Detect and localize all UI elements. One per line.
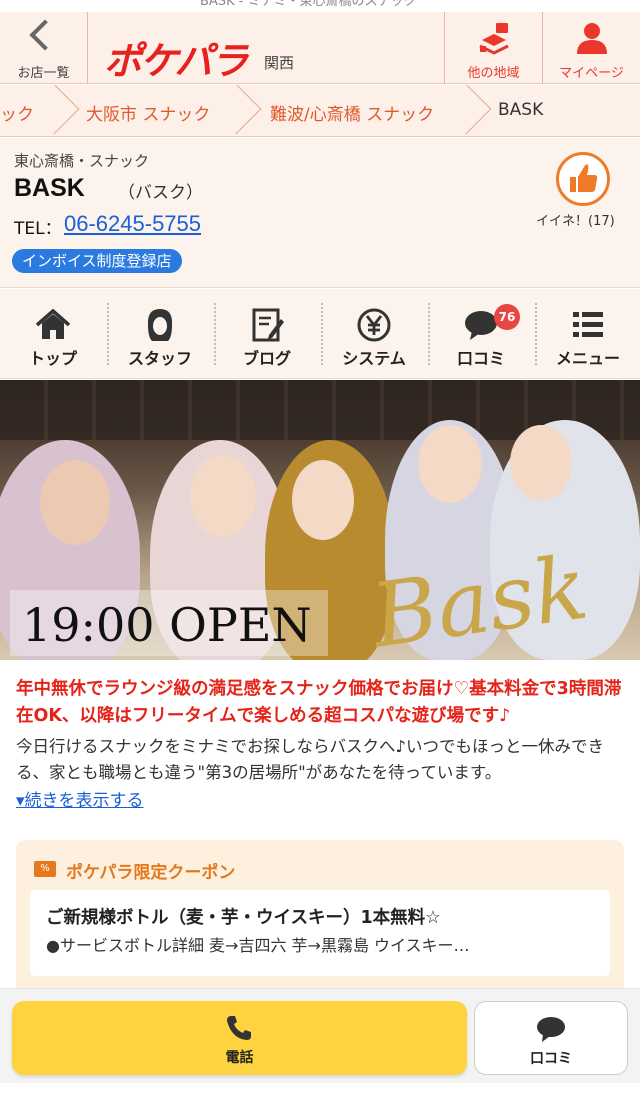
blog-icon — [252, 308, 284, 342]
like-count: イイネ！(17) — [536, 214, 615, 229]
thumbs-up-icon — [570, 164, 598, 192]
invoice-badge: インボイス制度登録店 — [12, 249, 182, 273]
site-logo[interactable]: ポケパラ — [104, 30, 248, 85]
top-title-text: BASK - ミナミ・東心斎橋のスナック — [200, 0, 417, 9]
nav-top[interactable]: トップ — [0, 289, 106, 379]
staff-photo-face — [40, 460, 110, 545]
shop-name: BASK — [14, 174, 85, 202]
shop-nav: トップ スタッフ ブログ システム 76 口コミ メニュー — [0, 289, 640, 379]
show-more-link[interactable]: ▾続きを表示する — [16, 786, 144, 811]
mypage-button[interactable]: マイページ — [542, 12, 640, 84]
yen-icon — [357, 308, 391, 342]
breadcrumb-separator — [28, 85, 80, 135]
nav-blog-label: ブログ — [242, 349, 291, 368]
staff-icon — [147, 309, 173, 341]
phone-icon — [227, 1016, 251, 1040]
tel-link[interactable]: 06-6245-5755 — [64, 211, 201, 237]
nav-reviews[interactable]: 76 口コミ — [428, 289, 534, 379]
area-icon — [479, 23, 509, 55]
open-time-text: 19:00 OPEN — [22, 598, 312, 652]
menu-icon — [573, 312, 603, 337]
review-count-badge: 76 — [494, 304, 520, 330]
like-button[interactable] — [556, 152, 610, 206]
home-icon — [35, 308, 71, 339]
review-label: 口コミ — [530, 1051, 572, 1067]
mypage-label: マイページ — [559, 66, 624, 81]
breadcrumb: ック 大阪市 スナック 難波/心斎橋 スナック BASK — [0, 85, 640, 137]
shop-name-kana: （バスク） — [118, 183, 203, 203]
other-area-button[interactable]: 他の地域 — [444, 12, 542, 84]
nav-system-label: システム — [342, 349, 406, 368]
breadcrumb-item-osaka[interactable]: 大阪市 スナック — [86, 100, 210, 125]
top-title-strip: BASK - ミナミ・東心斎橋のスナック — [0, 0, 640, 12]
region-label: 関西 — [264, 54, 295, 72]
nav-top-label: トップ — [28, 349, 77, 368]
nav-menu[interactable]: メニュー — [535, 289, 640, 379]
coupon-item-detail: ●サービスボトル詳細 麦→吉四六 芋→黒霧島 ウイスキー… — [46, 936, 470, 955]
nav-staff[interactable]: スタッフ — [107, 289, 213, 379]
call-label: 電話 — [225, 1050, 254, 1066]
site-header: お店一覧 ポケパラ 関西 他の地域 マイページ — [0, 12, 640, 84]
nav-reviews-label: 口コミ — [456, 349, 505, 368]
shop-list-label: お店一覧 — [17, 66, 70, 81]
staff-photo-face — [190, 455, 256, 537]
home-indicator-area — [0, 1083, 640, 1098]
coupon-icon: % — [34, 861, 56, 877]
breadcrumb-separator — [210, 85, 262, 135]
nav-system[interactable]: システム — [321, 289, 427, 379]
shop-list-back-button[interactable]: お店一覧 — [0, 12, 88, 84]
nav-blog[interactable]: ブログ — [214, 289, 320, 379]
shop-description: 年中無休でラウンジ級の満足感をスナック価格でお届け♡基本料金で3時間滞在OK、以… — [16, 676, 628, 786]
coupon-title: ポケパラ限定クーポン — [66, 863, 236, 883]
shop-area: 東心斎橋・スナック — [14, 152, 150, 170]
breadcrumb-item-snack[interactable]: ック — [0, 100, 34, 125]
breadcrumb-item-namba[interactable]: 難波/心斎橋 スナック — [270, 100, 434, 125]
coupon-section: % ポケパラ限定クーポン ご新規様ボトル（麦・芋・ウイスキー）1本無料☆ ●サー… — [16, 840, 624, 1010]
breadcrumb-item-current: BASK — [498, 100, 544, 120]
staff-photo-face — [510, 425, 572, 501]
coupon-item-title: ご新規様ボトル（麦・芋・ウイスキー）1本無料☆ — [46, 908, 441, 928]
bottom-action-bar: 電話 口コミ — [0, 988, 640, 1098]
tel-label: TEL： — [14, 219, 62, 239]
nav-staff-label: スタッフ — [127, 349, 192, 368]
shop-info: 東心斎橋・スナック BASK （バスク） TEL： 06-6245-5755 イ… — [0, 138, 640, 288]
description-body: 今日行けるスナックをミナミでお探しならバスクへ♪いつでもほっと一休みできる、家と… — [16, 737, 605, 782]
call-button[interactable]: 電話 — [12, 1001, 467, 1075]
nav-menu-label: メニュー — [555, 349, 620, 368]
review-button[interactable]: 口コミ — [474, 1001, 628, 1075]
breadcrumb-separator — [440, 85, 492, 135]
hero-banner[interactable]: 19:00 OPEN Bask — [0, 380, 640, 660]
coupon-card[interactable]: ご新規様ボトル（麦・芋・ウイスキー）1本無料☆ ●サービスボトル詳細 麦→吉四六… — [30, 890, 610, 976]
other-area-label: 他の地域 — [467, 66, 520, 81]
chat-icon — [537, 1017, 565, 1042]
staff-photo-face — [292, 460, 354, 540]
catch-copy: 年中無休でラウンジ級の満足感をスナック価格でお届け♡基本料金で3時間滞在OK、以… — [16, 679, 622, 726]
chevron-left-icon — [29, 19, 61, 51]
staff-photo-face — [418, 425, 482, 503]
user-icon — [577, 23, 607, 54]
